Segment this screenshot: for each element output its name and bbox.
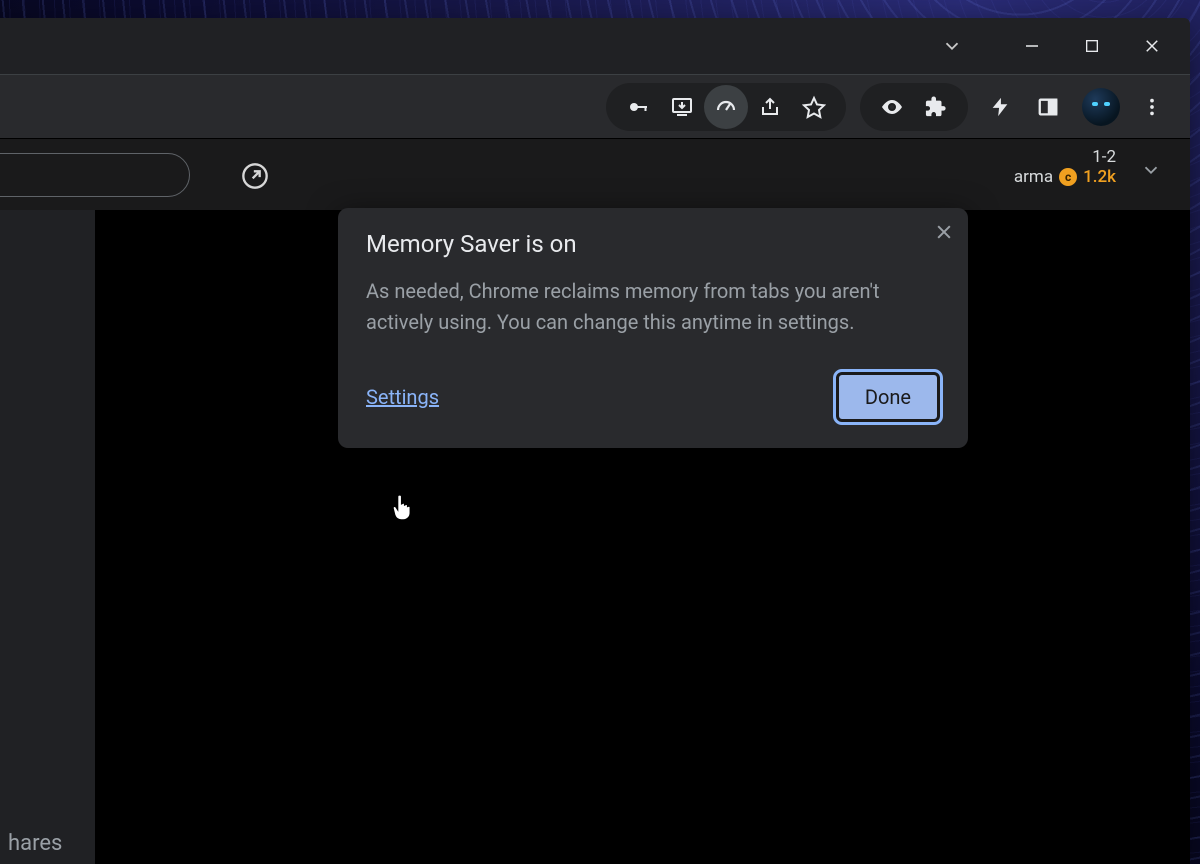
left-gutter: hares [0, 264, 95, 864]
search-input[interactable] [0, 153, 190, 197]
eye-icon[interactable] [870, 85, 914, 129]
key-icon[interactable] [616, 85, 660, 129]
popup-body: As needed, Chrome reclaims memory from t… [366, 276, 940, 338]
karma-value: 1.2k [1083, 167, 1116, 187]
minimize-button[interactable] [1002, 21, 1062, 71]
footer-text-fragment: hares [8, 831, 62, 856]
profile-avatar[interactable] [1082, 88, 1120, 126]
coin-icon: c [1059, 168, 1077, 186]
omnibox-action-group [606, 83, 846, 131]
install-app-icon[interactable] [660, 85, 704, 129]
done-button[interactable]: Done [836, 372, 940, 422]
header-right-cluster: 1-2 arma c 1.2k [1014, 147, 1116, 187]
extensions-puzzle-icon[interactable] [914, 85, 958, 129]
lightning-icon[interactable] [978, 85, 1022, 129]
browser-toolbar [0, 74, 1190, 138]
share-icon[interactable] [748, 85, 792, 129]
website-header-bar: 1-2 arma c 1.2k [0, 138, 1190, 210]
maximize-button[interactable] [1062, 21, 1122, 71]
bookmark-star-icon[interactable] [792, 85, 836, 129]
header-fragment-label: arma [1014, 167, 1053, 187]
tab-search-chevron-icon[interactable] [922, 21, 982, 71]
side-panel-icon[interactable] [1026, 85, 1070, 129]
user-dropdown-chevron-icon[interactable] [1140, 159, 1162, 185]
performance-memory-saver-icon[interactable] [704, 85, 748, 129]
popup-close-button[interactable] [928, 216, 960, 248]
header-fragment-top: 1-2 [1092, 147, 1116, 167]
popup-title: Memory Saver is on [366, 230, 940, 258]
popup-actions: Settings Done [366, 372, 940, 422]
close-window-button[interactable] [1122, 21, 1182, 71]
memory-saver-popup: Memory Saver is on As needed, Chrome rec… [338, 208, 968, 448]
open-external-icon[interactable] [238, 159, 272, 193]
settings-link[interactable]: Settings [366, 385, 439, 409]
window-titlebar [0, 18, 1190, 74]
kebab-menu-icon[interactable] [1130, 85, 1174, 129]
extensions-group [860, 83, 968, 131]
